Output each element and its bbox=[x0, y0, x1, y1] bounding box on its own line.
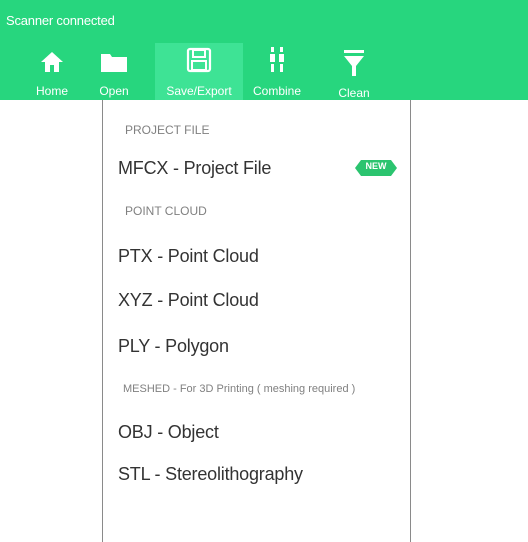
new-badge: NEW bbox=[355, 160, 397, 176]
filter-icon bbox=[344, 50, 364, 76]
menu-item-ptx[interactable]: PTX - Point Cloud bbox=[118, 246, 259, 267]
clean-label: Clean bbox=[338, 86, 370, 100]
section-project-file: PROJECT FILE bbox=[125, 123, 210, 137]
top-bar: Scanner connected Home Open Save/Export bbox=[0, 0, 528, 100]
menu-item-xyz[interactable]: XYZ - Point Cloud bbox=[118, 290, 259, 311]
menu-item-stl[interactable]: STL - Stereolithography bbox=[118, 464, 303, 485]
open-button[interactable]: Open bbox=[98, 43, 130, 100]
menu-item-mfcx[interactable]: MFCX - Project File bbox=[118, 158, 271, 179]
menu-item-ply[interactable]: PLY - Polygon bbox=[118, 336, 229, 357]
new-badge-label: NEW bbox=[365, 161, 387, 171]
home-label: Home bbox=[35, 84, 68, 98]
combine-button[interactable]: Combine bbox=[252, 43, 302, 100]
open-label: Open bbox=[99, 84, 129, 98]
folder-icon bbox=[101, 54, 127, 72]
scanner-status: Scanner connected bbox=[6, 13, 115, 28]
save-export-button[interactable]: Save/Export bbox=[155, 43, 243, 100]
save-export-label: Save/Export bbox=[166, 84, 232, 98]
menu-item-obj[interactable]: OBJ - Object bbox=[118, 422, 219, 443]
section-point-cloud: POINT CLOUD bbox=[125, 204, 207, 218]
save-export-menu: PROJECT FILE MFCX - Project File NEW POI… bbox=[102, 100, 411, 542]
save-icon bbox=[186, 47, 212, 73]
combine-label: Combine bbox=[252, 84, 302, 98]
section-meshed: MESHED - For 3D Printing ( meshing requi… bbox=[123, 383, 356, 395]
combine-icon bbox=[270, 47, 284, 72]
home-button[interactable]: Home bbox=[34, 43, 70, 100]
toolbar: Home Open Save/Export Combine Clean bbox=[0, 43, 400, 100]
home-icon bbox=[41, 52, 63, 72]
clean-button[interactable]: Clean bbox=[334, 43, 374, 100]
